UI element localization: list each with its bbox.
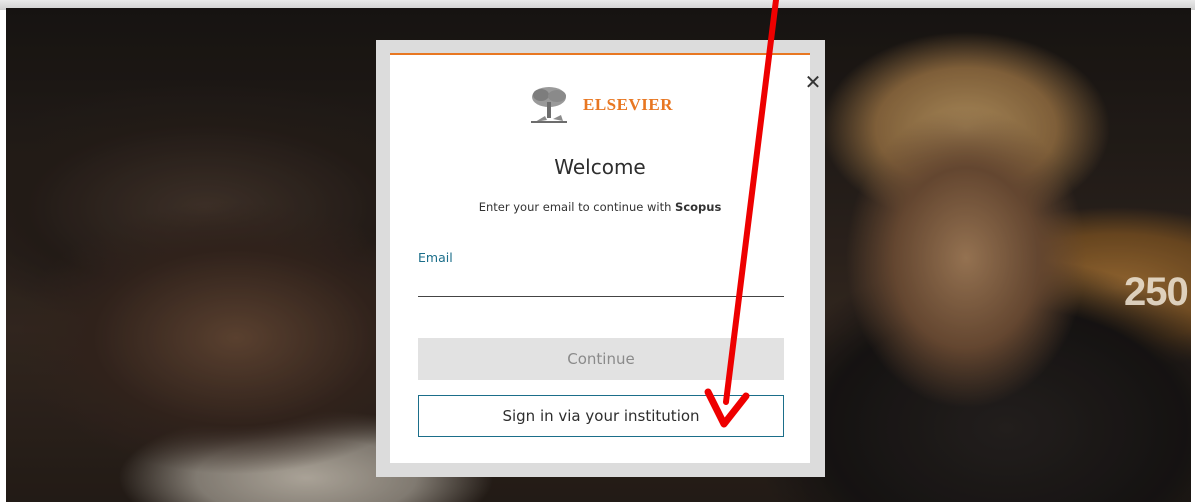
seat-number-label: 250 [1124, 270, 1189, 314]
brand-name: ELSEVIER [583, 95, 673, 114]
brand-logo: ELSEVIER [390, 84, 810, 126]
login-modal-frame: ✕ ELSEVIER Welcome Enter your email to c… [376, 40, 825, 477]
continue-button[interactable]: Continue [418, 338, 784, 380]
subtitle-text: Enter your email to continue with [478, 200, 676, 214]
product-name: Scopus [675, 200, 722, 214]
login-modal: ✕ ELSEVIER Welcome Enter your email to c… [390, 53, 821, 463]
modal-subtitle: Enter your email to continue with Scopus [390, 200, 810, 214]
elsevier-tree-logo-icon [527, 84, 571, 126]
modal-title: Welcome [554, 155, 646, 179]
sign-in-institution-button[interactable]: Sign in via your institution [418, 395, 784, 437]
email-label: Email [418, 250, 453, 265]
email-input[interactable] [418, 267, 784, 297]
